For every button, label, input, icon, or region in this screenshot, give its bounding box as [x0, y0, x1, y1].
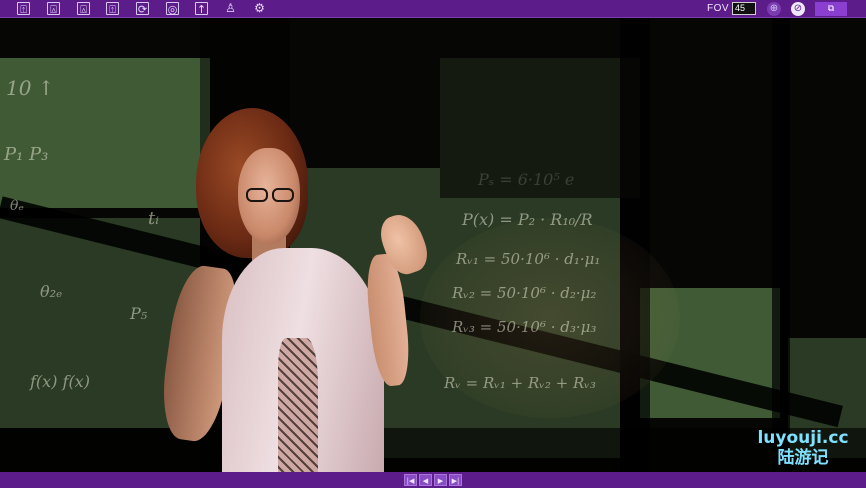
target-camera-icon[interactable]: ◎ [166, 2, 179, 16]
watermark-domain: luyouji.cc [757, 428, 849, 448]
reset-view-icon[interactable]: ⊕ [767, 2, 781, 16]
character-glasses [244, 188, 298, 204]
prev-page-button[interactable]: ◀ [419, 474, 432, 486]
compass-icon[interactable]: ⊘ [791, 2, 805, 16]
chalk-formula: Pₛ = 6·10⁵ e [478, 170, 575, 189]
settings-gear-icon[interactable]: ⚙ [253, 2, 266, 15]
chalk-formula: P(x) = P₂ · R₁₀/R [462, 210, 593, 229]
character-dress-lace [278, 338, 318, 472]
chalk-formula: tᵢ [148, 208, 159, 229]
chalk-formula: 10 ↑ [6, 76, 55, 100]
fov-input[interactable]: 45 [732, 2, 756, 15]
first-page-button[interactable]: |◀ [404, 474, 417, 486]
watermark-name: 陆游记 [777, 448, 829, 468]
game-scene[interactable]: 10 ↑ P₁ P₃ θ₂ₑ tᵢ P(x) = P₂ · R₁₀/R Rᵥ₁ … [0, 18, 866, 472]
pose-wave-icon[interactable]: ⍓ [77, 2, 90, 16]
fov-label: FOV [707, 3, 730, 14]
shadow-floor [0, 428, 866, 472]
pose-walk-icon[interactable]: ⍐ [106, 2, 119, 16]
export-upload-icon[interactable]: ↑ [195, 2, 208, 16]
shadow-mullion-2 [772, 18, 790, 472]
chalk-formula: f(x) f(x) [30, 372, 90, 391]
top-toolbar: ⍐ ⍓ ⍓ ⍐ ⟳ ◎ ↑ ♙ ⚙ FOV 45 ⊕ ⊘ ⧉ [0, 0, 866, 18]
chalk-formula: Rᵥ₂ = 50·10⁶ · d₂·μ₂ [452, 284, 597, 302]
bottom-bar: |◀ ◀ ▶ ▶| [0, 472, 866, 488]
watermark: luyouji.cc 陆游记 [748, 428, 858, 468]
screenshot-button[interactable]: ⧉ [815, 2, 847, 16]
pose-person-icon[interactable]: ⍐ [17, 2, 30, 16]
rotate-camera-icon[interactable]: ⟳ [136, 2, 149, 16]
next-page-button[interactable]: ▶ [434, 474, 447, 486]
chalk-formula: θ₂ₑ [40, 282, 63, 301]
last-page-button[interactable]: ▶| [449, 474, 462, 486]
pose-arms-up-icon[interactable]: ⍓ [47, 2, 60, 16]
chalk-formula: Rᵥ = Rᵥ₁ + Rᵥ₂ + Rᵥ₃ [444, 374, 596, 392]
chalk-formula: P₅ [130, 304, 148, 323]
chalk-formula: θₑ [10, 198, 24, 214]
chalk-formula: Rᵥ₃ = 50·10⁶ · d₃·μ₃ [452, 318, 597, 336]
chalk-formula: Rᵥ₁ = 50·10⁶ · d₁·μ₁ [456, 250, 601, 268]
user-profile-icon[interactable]: ♙ [224, 2, 237, 15]
chalk-formula: P₁ P₃ [4, 144, 49, 165]
